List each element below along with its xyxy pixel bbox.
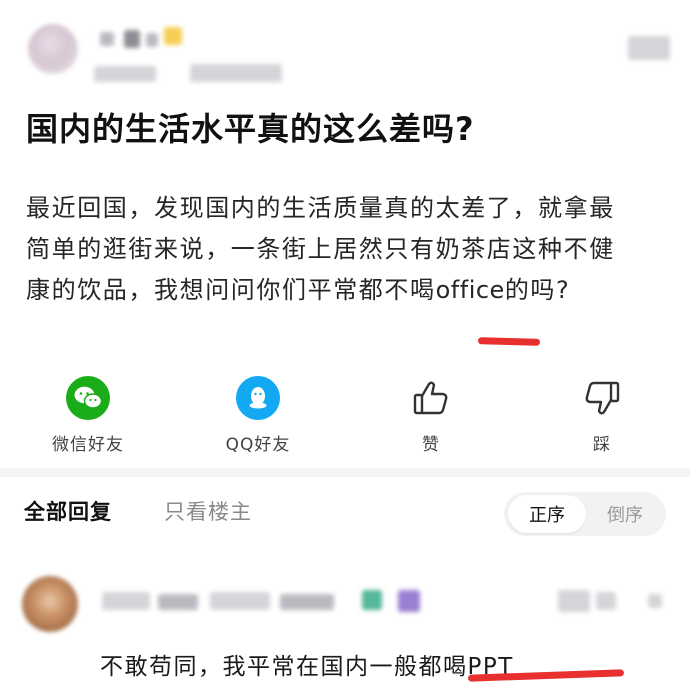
post-body: 最近回国，发现国内的生活质量真的太差了，就拿最 简单的逛街来说，一条街上居然只有… bbox=[26, 188, 676, 311]
share-wechat-label: 微信好友 bbox=[52, 435, 124, 455]
author-name-blur bbox=[100, 32, 114, 46]
share-qq-button[interactable]: QQ好友 bbox=[198, 376, 318, 466]
reply-badge-blur bbox=[362, 590, 382, 610]
reply-author-avatar[interactable] bbox=[22, 576, 78, 632]
thumbs-down-icon bbox=[580, 376, 624, 420]
share-wechat-button[interactable]: 微信好友 bbox=[28, 376, 148, 466]
author-name-blur bbox=[146, 33, 158, 47]
qq-icon bbox=[236, 376, 280, 420]
post-detail-page: 国内的生活水平真的这么差吗? 最近回国，发现国内的生活质量真的太差了，就拿最 简… bbox=[0, 0, 690, 682]
sort-descending-button[interactable]: 倒序 bbox=[586, 495, 664, 533]
tab-all-replies[interactable]: 全部回复 bbox=[24, 496, 112, 526]
post-body-line: 简单的逛街来说，一条街上居然只有奶茶店这种不健 bbox=[26, 235, 615, 263]
post-body-line: 康的饮品，我想问问你们平常都不喝office的吗? bbox=[26, 270, 676, 311]
reply-meta-blur bbox=[648, 594, 662, 608]
reply-meta-blur bbox=[596, 592, 616, 610]
replies-header: 全部回复 只看楼主 正序 倒序 bbox=[0, 480, 690, 540]
author-badge-blur bbox=[164, 27, 182, 45]
author-avatar[interactable] bbox=[28, 24, 78, 74]
share-action-bar: 微信好友 QQ好友 赞 踩 bbox=[0, 376, 690, 466]
tab-op-only[interactable]: 只看楼主 bbox=[164, 496, 252, 526]
red-underline-mark bbox=[477, 337, 541, 346]
reply-text: 不敢苟同，我平常在国内一般都喝PPT bbox=[100, 654, 514, 680]
follow-button-blur[interactable] bbox=[628, 36, 670, 60]
reply-badge-blur bbox=[398, 590, 420, 612]
author-name-blur bbox=[124, 30, 140, 48]
author-meta-blur bbox=[190, 64, 282, 82]
post-author-header bbox=[0, 0, 690, 95]
reply-author-name-blur bbox=[102, 592, 150, 610]
like-label: 赞 bbox=[422, 435, 440, 455]
section-divider bbox=[0, 468, 690, 477]
dislike-label: 踩 bbox=[593, 435, 611, 455]
reply-author-name-blur bbox=[158, 594, 198, 610]
wechat-icon bbox=[66, 376, 110, 420]
post-title: 国内的生活水平真的这么差吗? bbox=[26, 110, 475, 148]
thumbs-up-icon bbox=[409, 376, 453, 420]
post-body-line: 最近回国，发现国内的生活质量真的太差了，就拿最 bbox=[26, 194, 615, 222]
author-meta-blur bbox=[94, 66, 156, 82]
reply-author-name-blur bbox=[210, 592, 270, 610]
like-button[interactable]: 赞 bbox=[371, 376, 491, 466]
reply-meta-blur bbox=[558, 590, 590, 612]
sort-toggle: 正序 倒序 bbox=[504, 492, 666, 536]
share-qq-label: QQ好友 bbox=[225, 435, 291, 455]
post-body-text: 康的饮品，我想问问你们平常都不喝 bbox=[26, 276, 436, 304]
sort-ascending-button[interactable]: 正序 bbox=[508, 495, 586, 533]
post-body-text: 的吗? bbox=[504, 276, 571, 304]
dislike-button[interactable]: 踩 bbox=[542, 376, 662, 466]
highlighted-word: office bbox=[435, 276, 505, 304]
reply-author-name-blur bbox=[280, 594, 334, 610]
